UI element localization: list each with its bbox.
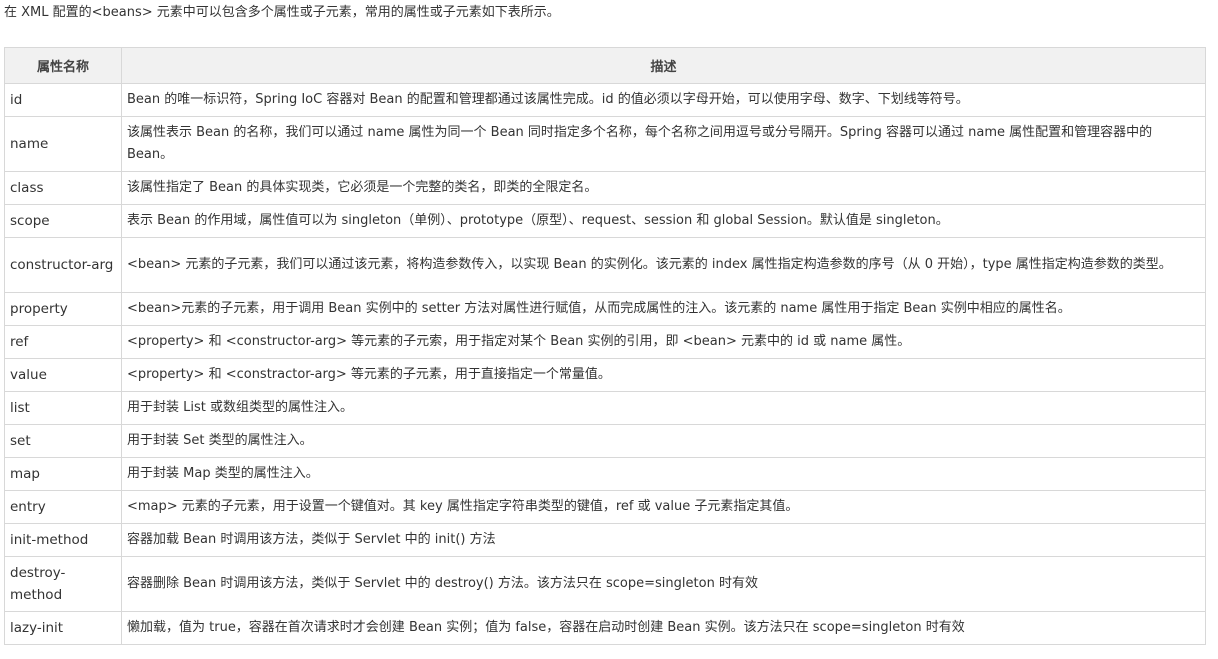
attribute-description: Bean 的唯一标识符，Spring IoC 容器对 Bean 的配置和管理都通… [121, 83, 1206, 117]
table-row: class 该属性指定了 Bean 的具体实现类，它必须是一个完整的类名，即类的… [4, 171, 1206, 205]
table-row: value <property> 和 <constractor-arg> 等元素… [4, 358, 1206, 392]
attribute-name: id [4, 83, 122, 117]
attribute-name: init-method [4, 523, 122, 557]
attribute-description: 容器加载 Bean 时调用该方法，类似于 Servlet 中的 init() 方… [121, 523, 1206, 557]
table-row: constructor-arg <bean> 元素的子元素，我们可以通过该元素，… [4, 237, 1206, 293]
attribute-name: value [4, 358, 122, 392]
attribute-name: name [4, 116, 122, 172]
table-row: entry <map> 元素的子元素，用于设置一个键值对。其 key 属性指定字… [4, 490, 1206, 524]
attribute-name: class [4, 171, 122, 205]
table-header-row: 属性名称 描述 [4, 47, 1206, 84]
table-row: lazy-init 懒加载，值为 true，容器在首次请求时才会创建 Bean … [4, 611, 1206, 645]
attribute-description: 该属性表示 Bean 的名称，我们可以通过 name 属性为同一个 Bean 同… [121, 116, 1206, 172]
attribute-description: <map> 元素的子元素，用于设置一个键值对。其 key 属性指定字符串类型的键… [121, 490, 1206, 524]
attributes-table: 属性名称 描述 id Bean 的唯一标识符，Spring IoC 容器对 Be… [4, 47, 1206, 645]
table-row: set 用于封装 Set 类型的属性注入。 [4, 424, 1206, 458]
attribute-description: 用于封装 Map 类型的属性注入。 [121, 457, 1206, 491]
attribute-description: 懒加载，值为 true，容器在首次请求时才会创建 Bean 实例；值为 fals… [121, 611, 1206, 645]
table-row: init-method 容器加载 Bean 时调用该方法，类似于 Servlet… [4, 523, 1206, 557]
attribute-description: 用于封装 List 或数组类型的属性注入。 [121, 391, 1206, 425]
table-row: ref <property> 和 <constructor-arg> 等元素的子… [4, 325, 1206, 359]
attribute-description: 该属性指定了 Bean 的具体实现类，它必须是一个完整的类名，即类的全限定名。 [121, 171, 1206, 205]
attribute-name: constructor-arg [4, 237, 122, 293]
attribute-name: property [4, 292, 122, 326]
attribute-name: map [4, 457, 122, 491]
attribute-description: 表示 Bean 的作用域，属性值可以为 singleton（单例）、protot… [121, 204, 1206, 238]
attribute-description: <bean>元素的子元素，用于调用 Bean 实例中的 setter 方法对属性… [121, 292, 1206, 326]
table-row: scope 表示 Bean 的作用域，属性值可以为 singleton（单例）、… [4, 204, 1206, 238]
table-row: map 用于封装 Map 类型的属性注入。 [4, 457, 1206, 491]
attribute-name: scope [4, 204, 122, 238]
table-row: id Bean 的唯一标识符，Spring IoC 容器对 Bean 的配置和管… [4, 83, 1206, 117]
attribute-description: 用于封装 Set 类型的属性注入。 [121, 424, 1206, 458]
header-description: 描述 [121, 47, 1206, 84]
table-row: name 该属性表示 Bean 的名称，我们可以通过 name 属性为同一个 B… [4, 116, 1206, 172]
attribute-name: set [4, 424, 122, 458]
attribute-name: destroy-method [4, 556, 122, 612]
attribute-name: lazy-init [4, 611, 122, 645]
attribute-description: <property> 和 <constractor-arg> 等元素的子元素，用… [121, 358, 1206, 392]
table-row: property <bean>元素的子元素，用于调用 Bean 实例中的 set… [4, 292, 1206, 326]
attribute-description: <property> 和 <constructor-arg> 等元素的子元索，用… [121, 325, 1206, 359]
attribute-name: list [4, 391, 122, 425]
attribute-name: ref [4, 325, 122, 359]
table-row: list 用于封装 List 或数组类型的属性注入。 [4, 391, 1206, 425]
header-attribute-name: 属性名称 [4, 47, 122, 84]
attribute-description: <bean> 元素的子元素，我们可以通过该元素，将构造参数传入，以实现 Bean… [121, 237, 1206, 293]
attribute-name: entry [4, 490, 122, 524]
attribute-description: 容器删除 Bean 时调用该方法，类似于 Servlet 中的 destroy(… [121, 556, 1206, 612]
table-row: destroy-method 容器删除 Bean 时调用该方法，类似于 Serv… [4, 556, 1206, 612]
intro-text: 在 XML 配置的<beans> 元素中可以包含多个属性或子元素，常用的属性或子… [4, 5, 560, 20]
